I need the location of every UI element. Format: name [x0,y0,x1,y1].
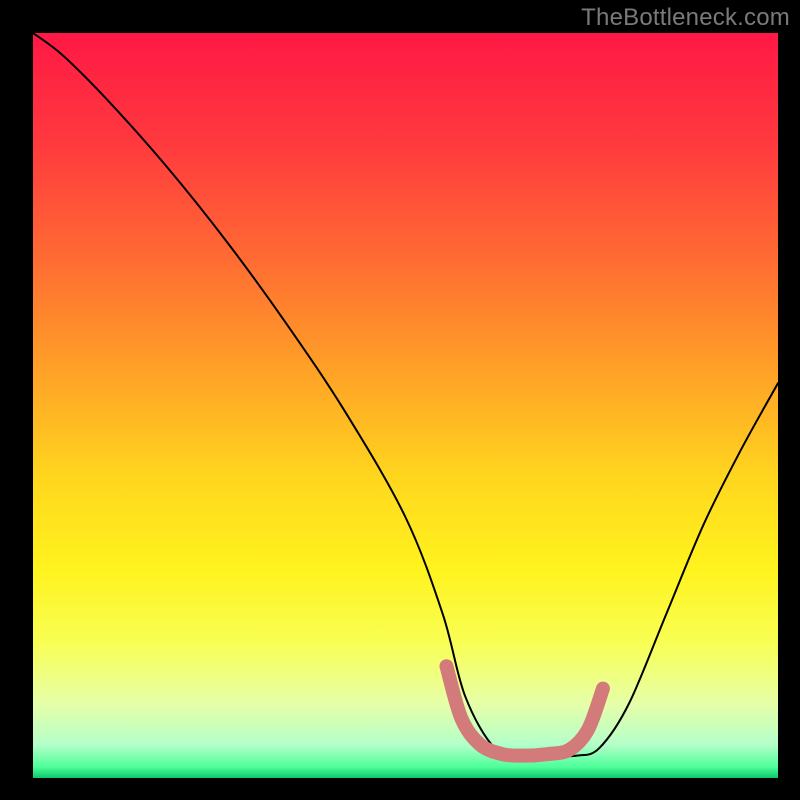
chart-frame: TheBottleneck.com [0,0,800,800]
bottleneck-chart [0,0,800,800]
gradient-background [33,33,778,778]
